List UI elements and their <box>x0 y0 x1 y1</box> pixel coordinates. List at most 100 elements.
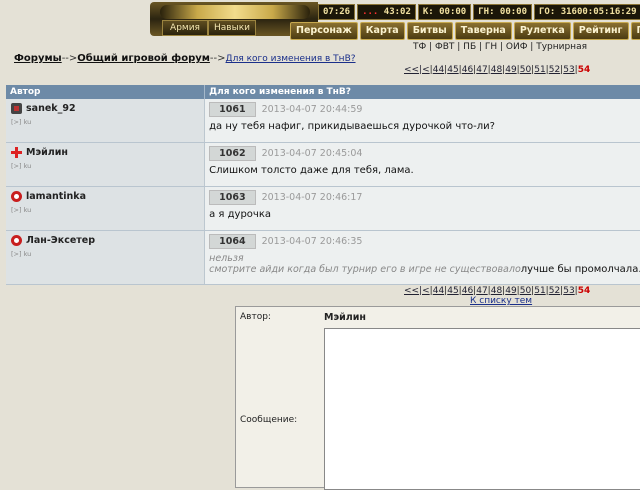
pager-current: 54 <box>577 286 591 296</box>
pager-bottom: <<|<|44|45|46|47|48|49|50|51|52|53|54 <box>404 286 591 296</box>
breadcrumb: Форумы-->Общий игровой форум-->Для кого … <box>14 53 356 64</box>
breadcrumb-sep: --> <box>61 53 78 64</box>
post-author[interactable]: sanek_92 <box>26 103 76 114</box>
post-text: да ну тебя нафиг, прикидываешься дурочко… <box>209 121 495 132</box>
post-message-cell: 1061 2013-04-07 20:44:59 да ну тебя нафиг… <box>204 99 640 143</box>
post-author-cell: Лан-Эксетер [>] ku <box>6 230 206 285</box>
post-text: Слишком толсто даже для тебя, лама. <box>209 165 414 176</box>
pager-page[interactable]: 47 <box>476 65 487 75</box>
pager-page[interactable]: 44 <box>433 65 444 75</box>
post-author[interactable]: lamantinka <box>26 191 86 202</box>
author-sub[interactable]: [>] ku <box>11 250 199 258</box>
stat-gn: ГН: 00:00 <box>473 4 533 20</box>
pager-page[interactable]: 53 <box>563 286 574 296</box>
post-date: 2013-04-07 20:46:17 <box>261 192 363 203</box>
pager-page[interactable]: 52 <box>549 286 560 296</box>
breadcrumb-forums[interactable]: Форумы <box>14 53 62 64</box>
author-sub[interactable]: [>] ku <box>11 162 199 170</box>
pager-page[interactable]: 47 <box>476 286 487 296</box>
post-row: sanek_92 [>] ku 1061 2013-04-07 20:44:59 … <box>6 99 640 143</box>
post-number[interactable]: 1064 <box>209 234 256 249</box>
bat-clan-icon <box>11 103 22 114</box>
pager-page[interactable]: 45 <box>447 65 458 75</box>
post-row: lamantinka [>] ku 1063 2013-04-07 20:46:1… <box>6 186 640 231</box>
breadcrumb-general-forum[interactable]: Общий игровой форум <box>77 53 210 64</box>
nav-tavern[interactable]: Таверна <box>454 22 512 40</box>
post-author[interactable]: Лан-Эксетер <box>26 235 95 246</box>
post-row: Лан-Эксетер [>] ku 1064 2013-04-07 20:46:… <box>6 230 640 285</box>
author-sub[interactable]: [>] ku <box>11 206 199 214</box>
post-date: 2013-04-07 20:46:35 <box>261 236 363 247</box>
post-author[interactable]: Мэйлин <box>26 147 68 158</box>
posts-table: Автор Для кого изменения в ТнВ? sanek_92… <box>6 85 640 285</box>
pager-prev[interactable]: |< <box>419 65 430 75</box>
skills-button[interactable]: Навыки <box>208 20 256 36</box>
post-date: 2013-04-07 20:44:59 <box>261 104 363 115</box>
nav-character[interactable]: Персонаж <box>290 22 358 40</box>
post-quote: смотрите айди когда был турнир его в игр… <box>209 264 521 275</box>
col-topic: Для кого изменения в ТнВ? <box>204 85 640 99</box>
post-message-cell: 1064 2013-04-07 20:46:35 нельзя смотрите … <box>204 230 640 285</box>
post-date: 2013-04-07 20:45:04 <box>261 148 363 159</box>
stat-timer-red: ... <box>362 7 379 17</box>
red-cross-icon <box>11 147 22 158</box>
stats-bar: 07:26 ... 43:02 К: 00:00 ГН: 00:00 ГО: 3… <box>318 4 640 20</box>
pager-page[interactable]: 49 <box>505 286 516 296</box>
nav-rating[interactable]: Рейтинг <box>572 22 629 40</box>
pager-page[interactable]: 53 <box>563 65 574 75</box>
breadcrumb-topic[interactable]: Для кого изменения в ТнВ? <box>226 54 356 64</box>
pager-page[interactable]: 49 <box>505 65 516 75</box>
post-author-cell: lamantinka [>] ku <box>6 186 206 231</box>
pager-page[interactable]: 46 <box>462 286 473 296</box>
pager-first[interactable]: << <box>404 65 419 75</box>
nav-map[interactable]: Карта <box>359 22 405 40</box>
col-author: Автор <box>6 85 206 99</box>
post-number[interactable]: 1061 <box>209 102 256 117</box>
post-text: а я дурочка <box>209 209 271 220</box>
army-button[interactable]: Армия <box>162 20 208 36</box>
forum-sections[interactable]: ТФ | ФВТ | ПБ | ГН | ОИФ | Турнирная <box>413 42 587 52</box>
reply-author-label: Автор: <box>240 312 271 322</box>
pager-top: <<|<|44|45|46|47|48|49|50|51|52|53|54 <box>404 65 591 75</box>
post-author-cell: Мэйлин [>] ku <box>6 142 206 187</box>
pager-page[interactable]: 50 <box>520 65 531 75</box>
pager-page[interactable]: 46 <box>462 65 473 75</box>
back-to-topics-link[interactable]: К списку тем <box>470 296 532 306</box>
pager-page[interactable]: 44 <box>433 286 444 296</box>
nav-battles[interactable]: Битвы <box>406 22 453 40</box>
red-ring-icon <box>11 235 22 246</box>
stat-go: ГО: 31600:05:16:29 <box>534 4 640 20</box>
pager-prev[interactable]: |< <box>419 286 430 296</box>
pager-page[interactable]: 51 <box>534 286 545 296</box>
emblem-logo <box>160 5 310 19</box>
pager-page[interactable]: 45 <box>447 286 458 296</box>
reply-message-input[interactable] <box>324 328 640 490</box>
post-number[interactable]: 1062 <box>209 146 256 161</box>
post-quote: нельзя <box>209 253 244 264</box>
post-message-cell: 1062 2013-04-07 20:45:04 Слишком толсто д… <box>204 142 640 187</box>
pager-page[interactable]: 51 <box>534 65 545 75</box>
reply-message-label: Сообщение: <box>240 415 298 425</box>
stat-timer-value: 43:02 <box>378 7 411 17</box>
pager-page[interactable]: 52 <box>549 65 560 75</box>
post-author-cell: sanek_92 [>] ku <box>6 99 206 143</box>
nav-roulette[interactable]: Рулетка <box>513 22 571 40</box>
pager-page[interactable]: 50 <box>520 286 531 296</box>
pager-first[interactable]: << <box>404 286 419 296</box>
game-topbar: Армия Навыки 07:26 ... 43:02 К: 00:00 ГН… <box>150 0 640 40</box>
main-nav: Персонаж Карта Битвы Таверна Рулетка Рей… <box>290 22 640 40</box>
reply-author-value: Мэйлин <box>324 312 366 323</box>
post-message-cell: 1063 2013-04-07 20:46:17 а я дурочка <box>204 186 640 231</box>
author-sub[interactable]: [>] ku <box>11 118 199 126</box>
red-ring-icon <box>11 191 22 202</box>
stat-time: 07:26 <box>318 4 356 20</box>
post-row: Мэйлин [>] ku 1062 2013-04-07 20:45:04 Сл… <box>6 142 640 187</box>
post-text: лучше бы промолчала. <box>520 264 640 275</box>
stat-k: К: 00:00 <box>417 4 472 20</box>
reply-form: Автор: Мэйлин Сообщение: <box>235 306 640 490</box>
nav-more[interactable]: Гл <box>630 22 640 40</box>
pager-page[interactable]: 48 <box>491 286 502 296</box>
stat-timer: ... 43:02 <box>357 4 416 20</box>
post-number[interactable]: 1063 <box>209 190 256 205</box>
pager-page[interactable]: 48 <box>491 65 502 75</box>
